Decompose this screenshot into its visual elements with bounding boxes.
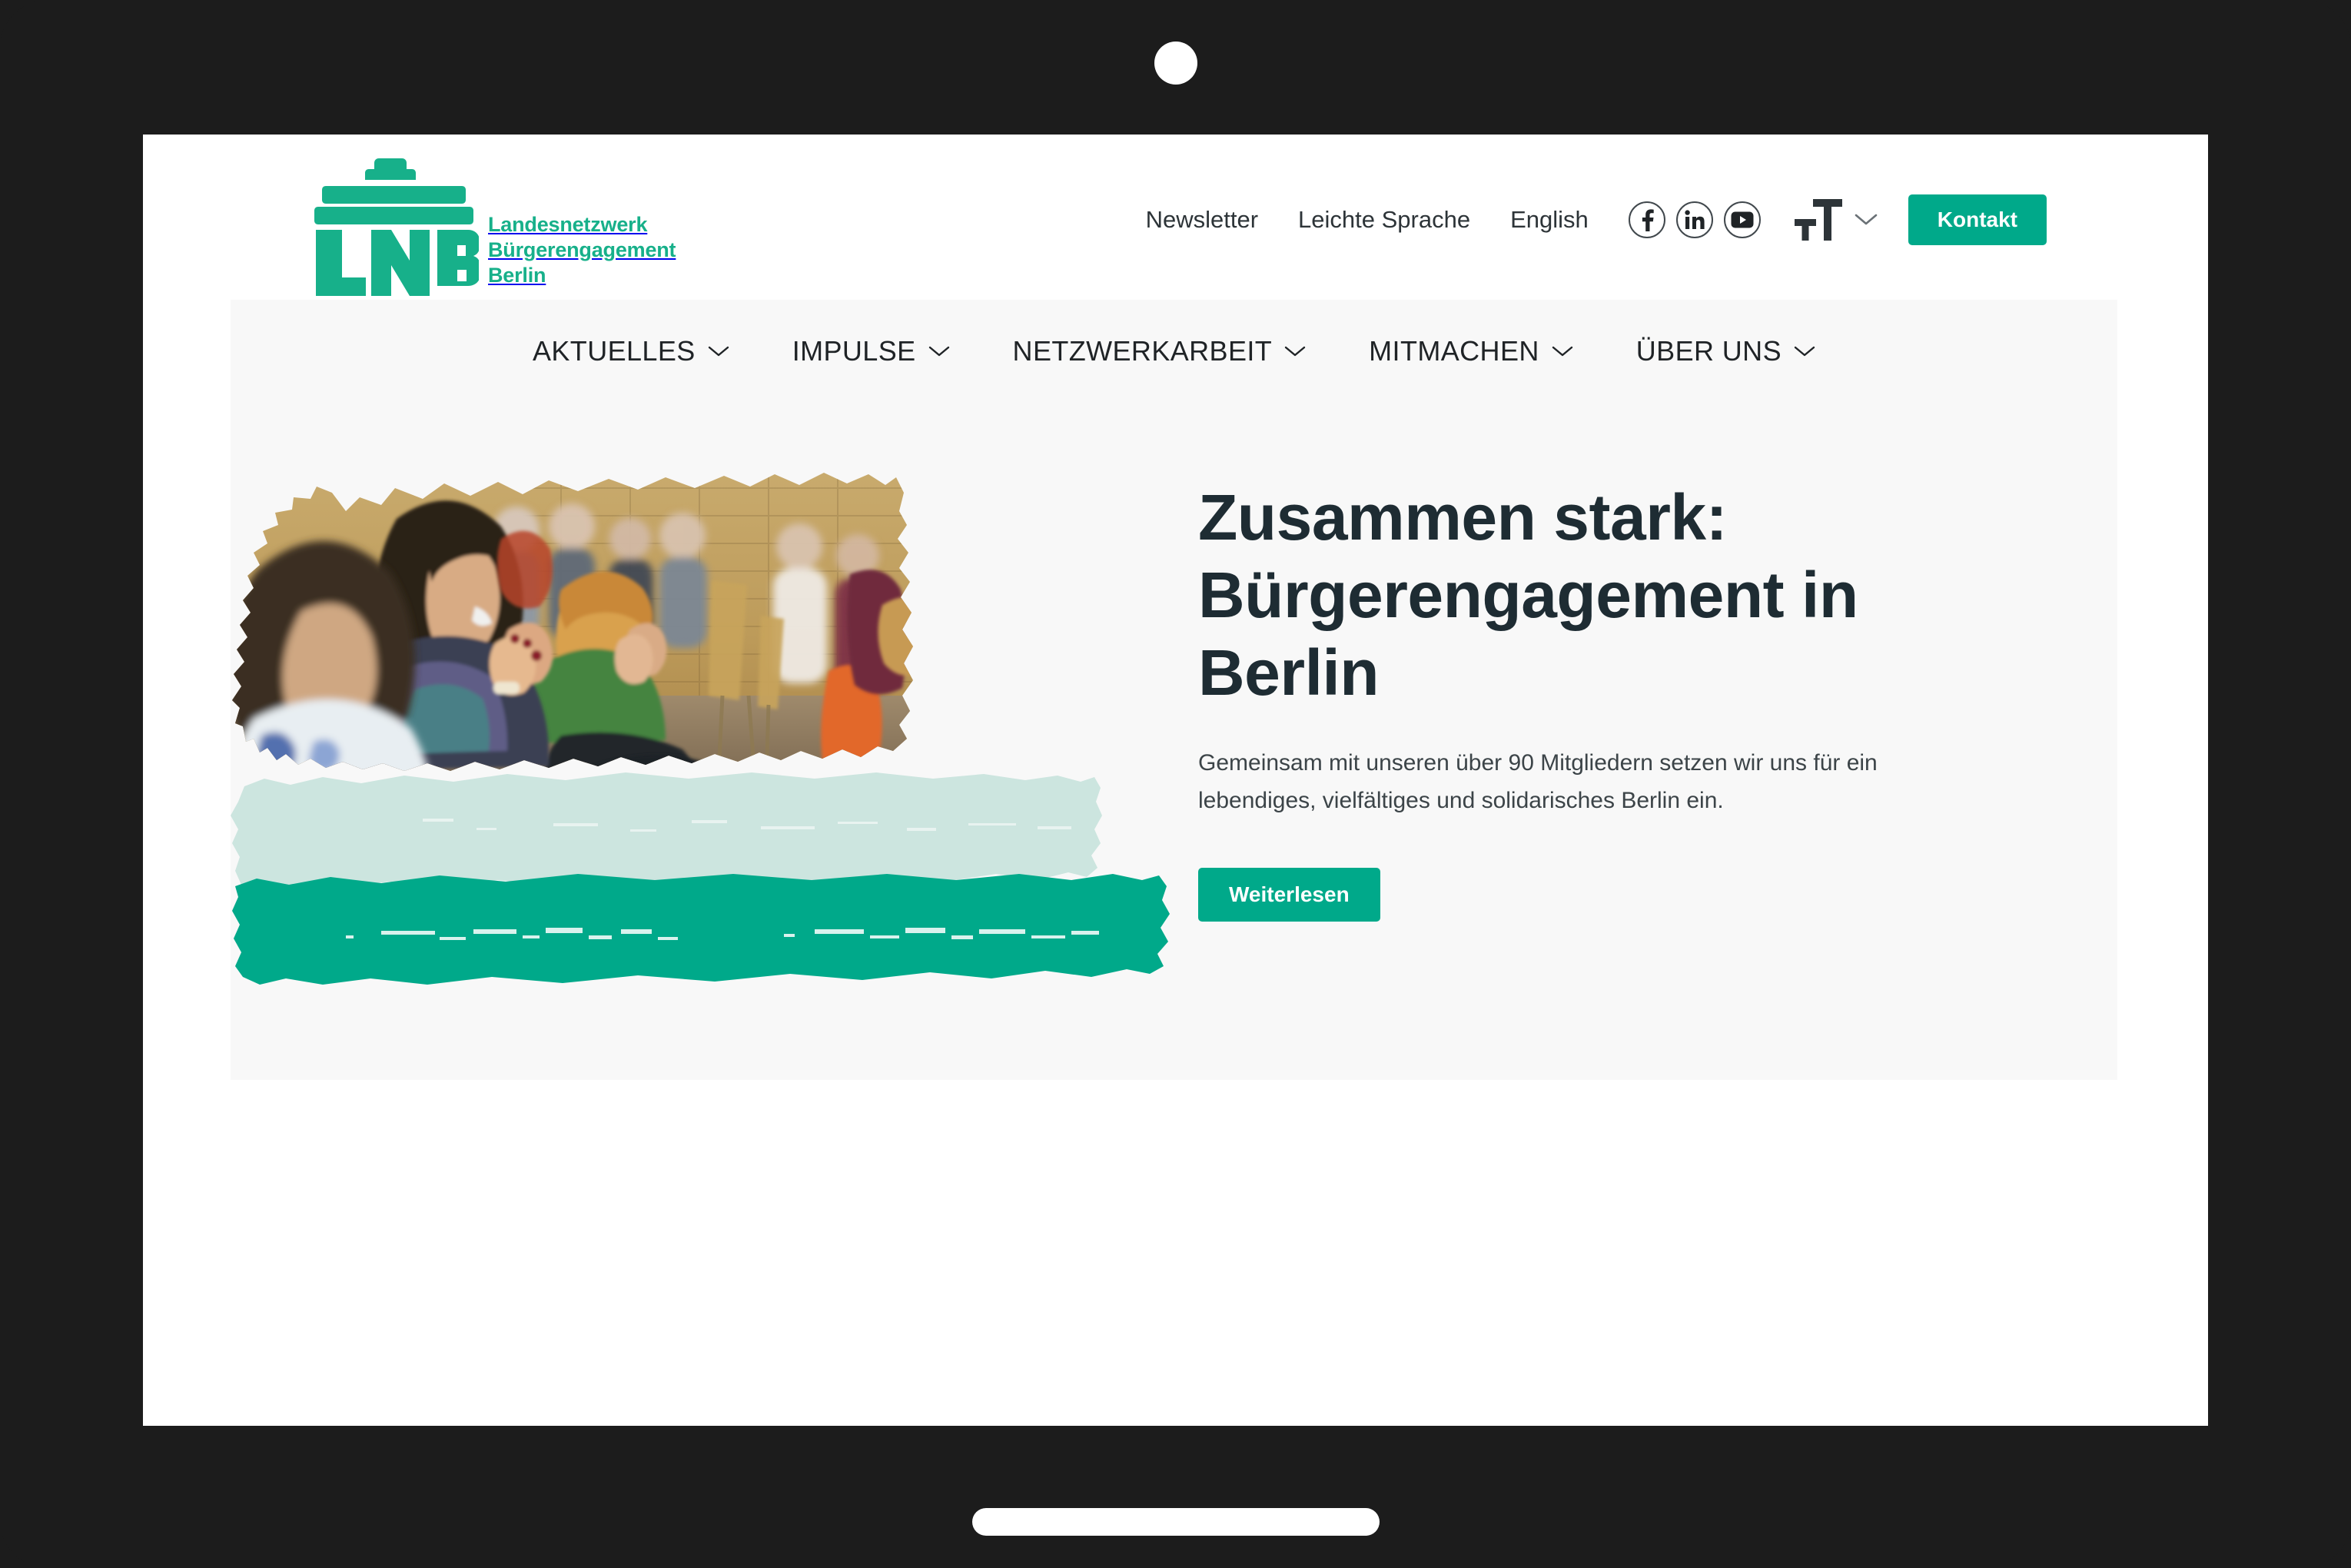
youtube-icon[interactable] xyxy=(1723,201,1761,238)
read-more-button[interactable]: Weiterlesen xyxy=(1198,867,1380,922)
hero-paragraph: Gemeinsam mit unseren über 90 Mitglieder… xyxy=(1198,750,1878,813)
logo-tagline-line-1: Landesnetzwerk xyxy=(488,213,648,237)
chevron-down-icon xyxy=(708,346,729,357)
browser-viewport: Landesnetzwerk Bürgerengagement Berlin N… xyxy=(143,135,2208,1426)
facebook-icon[interactable] xyxy=(1628,201,1665,238)
home-indicator-bar[interactable] xyxy=(971,1508,1380,1536)
nav-item-mitmachen-label: MITMACHEN xyxy=(1369,335,1539,367)
chevron-down-icon xyxy=(928,346,949,357)
nav-item-netzwerkarbeit-label: NETZWERKARBEIT xyxy=(1012,335,1273,367)
nav-item-ueber-uns[interactable]: ÜBER UNS xyxy=(1636,335,1815,367)
utility-link-english[interactable]: English xyxy=(1510,206,1589,234)
front-camera-icon xyxy=(1154,42,1197,85)
main-navigation: AKTUELLES IMPULSE NETZWERKARBEIT MITMACH… xyxy=(231,300,2117,392)
hero-image-with-brush-strokes xyxy=(231,473,1170,985)
nav-item-impulse-label: IMPULSE xyxy=(792,335,916,367)
content-panel: AKTUELLES IMPULSE NETZWERKARBEIT MITMACH… xyxy=(231,300,2117,1080)
hero-title: Zusammen stark: Bürgerengagement in Berl… xyxy=(1198,481,1858,709)
logo-tagline-line-3: Berlin xyxy=(488,264,546,287)
logo-tagline: Landesnetzwerk Bürgerengagement Berlin xyxy=(488,212,676,296)
social-icon-group xyxy=(1628,201,1761,238)
font-size-control[interactable] xyxy=(1794,199,1878,241)
nav-item-aktuelles-label: AKTUELLES xyxy=(532,335,696,367)
nav-item-netzwerkarbeit[interactable]: NETZWERKARBEIT xyxy=(1013,335,1307,367)
nav-item-aktuelles[interactable]: AKTUELLES xyxy=(533,335,729,367)
brandenburg-gate-icon xyxy=(314,158,479,296)
utility-link-newsletter[interactable]: Newsletter xyxy=(1146,206,1258,234)
hero-media xyxy=(231,465,1180,988)
hero-section: Zusammen stark: Bürgerengagement in Berl… xyxy=(231,392,2117,988)
utility-navigation: Newsletter Leichte Sprache English Konta… xyxy=(1146,194,2047,245)
linkedin-icon[interactable] xyxy=(1675,201,1713,238)
chevron-down-icon xyxy=(1855,214,1878,225)
chevron-down-icon xyxy=(1552,346,1572,357)
nav-item-ueber-uns-label: ÜBER UNS xyxy=(1635,335,1782,367)
text-size-icon xyxy=(1794,199,1842,241)
logo-tagline-line-2: Bürgerengagement xyxy=(488,238,676,262)
site-header: Landesnetzwerk Bürgerengagement Berlin N… xyxy=(143,135,2208,300)
chevron-down-icon xyxy=(1794,346,1815,357)
contact-button[interactable]: Kontakt xyxy=(1908,194,2047,245)
site-logo[interactable]: Landesnetzwerk Bürgerengagement Berlin xyxy=(308,156,676,296)
tablet-device-frame: Landesnetzwerk Bürgerengagement Berlin N… xyxy=(0,0,2351,1568)
nav-item-mitmachen[interactable]: MITMACHEN xyxy=(1369,335,1573,367)
hero-copy: Zusammen stark: Bürgerengagement in Berl… xyxy=(1180,465,2117,922)
utility-link-leichte-sprache[interactable]: Leichte Sprache xyxy=(1298,206,1470,234)
nav-item-impulse[interactable]: IMPULSE xyxy=(792,335,950,367)
chevron-down-icon xyxy=(1284,346,1306,357)
